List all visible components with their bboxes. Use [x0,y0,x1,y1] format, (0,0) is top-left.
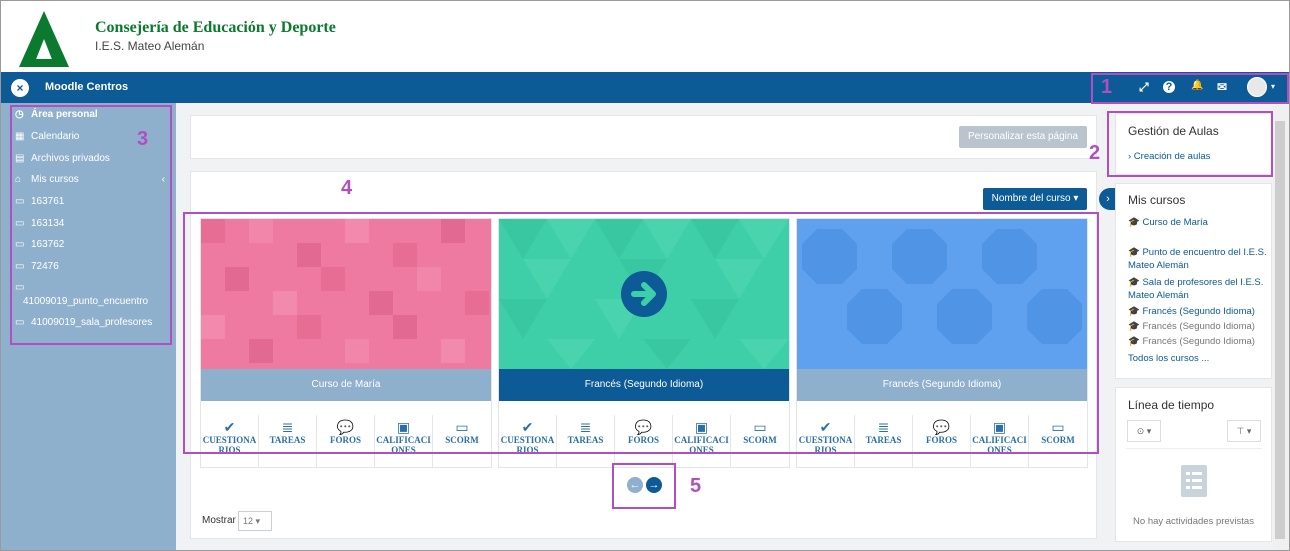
callout-box-4 [183,212,1099,454]
sort-courses-button[interactable]: Nombre del curso ▾ [983,188,1087,210]
page-size-select[interactable]: 12 ▾ [238,511,272,531]
callout-box-5 [612,463,676,509]
callout-number-3: 3 [137,128,149,150]
course-link[interactable]: 🎓 Curso de María [1128,216,1268,229]
org-name: Consejería de Educación y Deporte [95,19,336,36]
callout-number-2: 2 [1089,142,1101,164]
callout-box-2 [1107,111,1273,177]
callout-number-1: 1 [1101,76,1113,98]
scrollbar-thumb[interactable] [1275,121,1285,539]
show-label: Mostrar [202,515,236,526]
timeline-sort-filter[interactable]: ⊤ ▾ [1227,420,1261,442]
block-timeline: Línea de tiempo No hay actividades previ… [1115,387,1272,542]
callout-box-1 [1091,73,1289,104]
brand-link[interactable]: Moodle Centros [45,81,128,93]
timeline-empty-text: No hay actividades previstas [1133,516,1254,527]
site-header: Consejería de Educación y Deporte I.E.S.… [1,1,1289,72]
block-title: Línea de tiempo [1128,398,1215,412]
moodle-window: Consejería de Educación y Deporte I.E.S.… [0,0,1290,551]
customize-page-button[interactable]: Personalizar esta página [959,126,1087,148]
block-mis-cursos: Mis cursos 🎓 Curso de María 🎓 Punto de e… [1115,183,1272,379]
course-link[interactable]: 🎓 Francés (Segundo Idioma) [1128,305,1268,318]
callout-number-4: 4 [341,177,353,199]
callout-number-5: 5 [690,475,702,497]
block-title: Mis cursos [1128,193,1186,207]
course-link[interactable]: 🎓 Francés (Segundo Idioma) [1128,335,1268,348]
no-events-icon [1181,465,1207,497]
all-courses-link[interactable]: Todos los cursos ... [1128,352,1268,365]
course-link[interactable]: 🎓 Sala de profesores del I.E.S. Mateo Al… [1128,276,1268,302]
divider [1126,448,1262,449]
timeline-date-filter[interactable]: ⊙ ▾ [1127,420,1161,442]
school-name: I.E.S. Mateo Alemán [95,39,205,53]
course-link[interactable]: 🎓 Francés (Segundo Idioma) [1128,320,1268,333]
course-link[interactable]: 🎓 Punto de encuentro del I.E.S. Mateo Al… [1128,246,1268,272]
close-drawer-icon[interactable]: × [11,79,29,97]
junta-logo-icon [19,11,69,67]
